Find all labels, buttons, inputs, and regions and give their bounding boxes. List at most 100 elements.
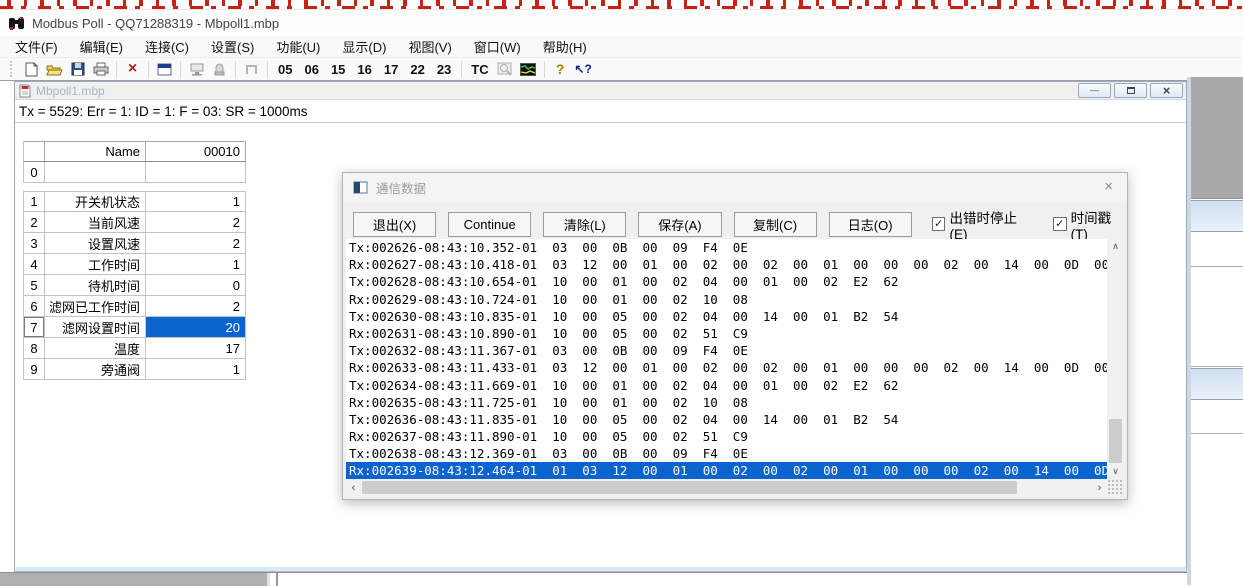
about-button[interactable]: ? (549, 59, 572, 79)
menu-window[interactable]: 窗口(W) (463, 35, 532, 58)
value-cell[interactable]: 2 (146, 233, 246, 254)
name-cell[interactable]: 开关机状态 (45, 191, 146, 212)
menu-setup[interactable]: 设置(S) (200, 35, 265, 58)
log-line[interactable]: Rx:002633-08:43:11.433-01 03 12 00 01 00… (346, 359, 1107, 376)
log-line[interactable]: Rx:002631-08:43:10.890-01 10 00 05 00 02… (346, 325, 1107, 342)
row-header[interactable]: 2 (23, 212, 45, 233)
scroll-down-icon[interactable]: ∨ (1108, 464, 1123, 479)
row-header[interactable]: 6 (23, 296, 45, 317)
doc-restore-button[interactable] (1114, 83, 1147, 98)
name-cell[interactable]: 待机时间 (45, 275, 146, 296)
value-cell[interactable]: 1 (146, 254, 246, 275)
menu-functions[interactable]: 功能(U) (265, 35, 331, 58)
log-line[interactable]: Tx:002638-08:43:12.369-01 03 00 0B 00 09… (346, 445, 1107, 462)
log-line-selected[interactable]: Rx:002639-08:43:12.464-01 01 03 12 00 01… (346, 462, 1107, 479)
log-line[interactable]: Rx:002637-08:43:11.890-01 10 00 05 00 02… (346, 428, 1107, 445)
vertical-scrollbar[interactable]: ∧ ∨ (1108, 239, 1123, 479)
log-button[interactable]: 日志(O) (829, 212, 912, 237)
log-line[interactable]: Tx:002630-08:43:10.835-01 10 00 05 00 02… (346, 308, 1107, 325)
save-log-button[interactable]: 保存(A) (638, 212, 721, 237)
scroll-left-icon[interactable]: ‹ (346, 480, 361, 495)
value-cell[interactable]: 2 (146, 212, 246, 233)
value-cell[interactable]: 0 (146, 275, 246, 296)
fc15-button[interactable]: 15 (325, 62, 351, 77)
name-column-header[interactable]: Name (45, 141, 146, 162)
menu-edit[interactable]: 编辑(E) (69, 35, 134, 58)
communication-log-button[interactable] (494, 59, 517, 79)
menu-display[interactable]: 显示(D) (331, 35, 397, 58)
timestamp-checkbox[interactable]: ✓ 时间戳(T) (1053, 207, 1127, 242)
row-header[interactable]: 0 (23, 162, 45, 183)
value-cell[interactable]: 17 (146, 338, 246, 359)
scroll-right-icon[interactable]: › (1092, 480, 1107, 495)
name-cell[interactable]: 滤网已工作时间 (45, 296, 146, 317)
row-header[interactable]: 4 (23, 254, 45, 275)
alias-button[interactable] (208, 59, 231, 79)
horizontal-scrollbar[interactable]: ‹ › (346, 480, 1107, 495)
vertical-scrollbar-thumb[interactable] (1109, 419, 1122, 463)
disconnect-button[interactable]: × (121, 59, 144, 79)
communication-log[interactable]: Tx:002626-08:43:10.352-01 03 00 0B 00 09… (346, 239, 1107, 479)
copy-button[interactable]: 复制(C) (734, 212, 817, 237)
fc16-button[interactable]: 16 (351, 62, 377, 77)
row-header[interactable]: 5 (23, 275, 45, 296)
save-button[interactable] (66, 59, 89, 79)
exit-button[interactable]: 退出(X) (353, 212, 436, 237)
log-line[interactable]: Tx:002634-08:43:11.669-01 10 00 01 00 02… (346, 377, 1107, 394)
name-cell[interactable]: 当前风速 (45, 212, 146, 233)
name-cell[interactable]: 温度 (45, 338, 146, 359)
read-write-definition-button[interactable] (185, 59, 208, 79)
fc23-button[interactable]: 23 (431, 62, 457, 77)
doc-titlebar[interactable]: Mbpoll1.mbp — × (15, 82, 1186, 100)
single-poll-button[interactable] (240, 59, 263, 79)
new-file-button[interactable] (20, 59, 43, 79)
continue-button[interactable]: Continue (448, 212, 531, 237)
menu-view[interactable]: 视图(V) (397, 35, 462, 58)
menu-help[interactable]: 帮助(H) (532, 35, 598, 58)
fc06-button[interactable]: 06 (298, 62, 324, 77)
name-cell[interactable] (45, 162, 146, 183)
clear-button[interactable]: 清除(L) (543, 212, 626, 237)
menu-file[interactable]: 文件(F) (4, 35, 69, 58)
scroll-up-icon[interactable]: ∧ (1108, 239, 1123, 254)
fc22-button[interactable]: 22 (404, 62, 430, 77)
context-help-button[interactable]: ↖? (572, 59, 595, 79)
doc-close-button[interactable]: × (1150, 83, 1183, 98)
row-header[interactable]: 9 (23, 359, 45, 380)
name-cell[interactable]: 旁通阀 (45, 359, 146, 380)
log-line[interactable]: Rx:002627-08:43:10.418-01 03 12 00 01 00… (346, 256, 1107, 273)
log-line[interactable]: Tx:002626-08:43:10.352-01 03 00 0B 00 09… (346, 239, 1107, 256)
menu-connection[interactable]: 连接(C) (134, 35, 200, 58)
row-header[interactable]: 7 (23, 317, 45, 338)
dialog-titlebar[interactable]: 通信数据 × (343, 173, 1127, 201)
address-column-header[interactable]: 00010 (146, 141, 246, 162)
print-button[interactable] (89, 59, 112, 79)
value-cell[interactable]: 1 (146, 359, 246, 380)
communication-traffic-button[interactable] (517, 59, 540, 79)
connection-setup-button[interactable] (153, 59, 176, 79)
log-line[interactable]: Rx:002635-08:43:11.725-01 10 00 01 00 02… (346, 394, 1107, 411)
row-header[interactable]: 8 (23, 338, 45, 359)
fc05-button[interactable]: 05 (272, 62, 298, 77)
log-line[interactable]: Tx:002632-08:43:11.367-01 03 00 0B 00 09… (346, 342, 1107, 359)
dialog-close-icon[interactable]: × (1090, 173, 1127, 201)
doc-minimize-button[interactable]: — (1078, 83, 1111, 98)
open-file-button[interactable] (43, 59, 66, 79)
name-cell[interactable]: 设置风速 (45, 233, 146, 254)
value-cell[interactable] (146, 162, 246, 183)
value-cell[interactable]: 1 (146, 191, 246, 212)
name-cell[interactable]: 滤网设置时间 (45, 317, 146, 338)
log-line[interactable]: Rx:002629-08:43:10.724-01 10 00 01 00 02… (346, 291, 1107, 308)
resize-grip[interactable] (1108, 480, 1123, 495)
value-cell[interactable]: 2 (146, 296, 246, 317)
value-cell-selected[interactable]: 20 (146, 317, 246, 338)
log-line[interactable]: Tx:002628-08:43:10.654-01 10 00 01 00 02… (346, 273, 1107, 290)
stop-on-error-checkbox[interactable]: ✓ 出错时停止(E) (932, 207, 1033, 242)
test-center-button[interactable]: TC (466, 62, 493, 77)
fc17-button[interactable]: 17 (378, 62, 404, 77)
row-header[interactable]: 3 (23, 233, 45, 254)
name-cell[interactable]: 工作时间 (45, 254, 146, 275)
log-line[interactable]: Tx:002636-08:43:11.835-01 10 00 05 00 02… (346, 411, 1107, 428)
horizontal-scrollbar-thumb[interactable] (362, 481, 1017, 494)
row-header[interactable]: 1 (23, 191, 45, 212)
